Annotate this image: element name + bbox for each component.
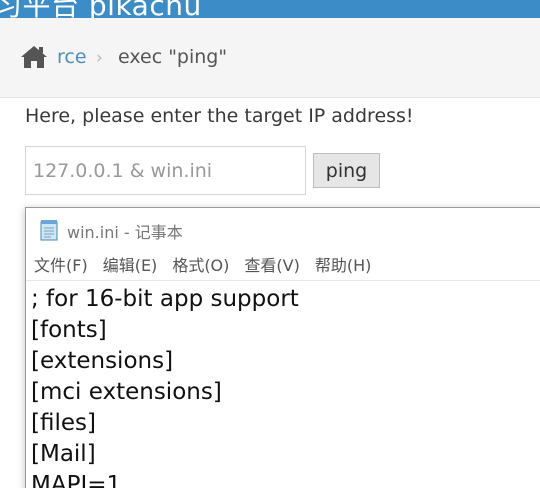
text-line: [Mail] bbox=[31, 441, 96, 467]
menu-help[interactable]: 帮助(H) bbox=[315, 251, 372, 280]
text-line: [mci extensions] bbox=[31, 379, 222, 405]
notepad-window: win.ini - 记事本 文件(F) 编辑(E) 格式(O) 查看(V) 帮助… bbox=[25, 207, 540, 488]
text-line: [fonts] bbox=[31, 317, 107, 343]
menu-view[interactable]: 查看(V) bbox=[244, 251, 299, 280]
text-line: ; for 16-bit app support bbox=[31, 286, 299, 312]
breadcrumb: rce › exec "ping" bbox=[0, 18, 540, 98]
home-icon[interactable] bbox=[20, 45, 48, 69]
breadcrumb-link-rce[interactable]: rce bbox=[57, 46, 87, 68]
menu-format[interactable]: 格式(O) bbox=[172, 251, 229, 280]
notepad-title: win.ini - 记事本 bbox=[67, 223, 183, 242]
menu-edit[interactable]: 编辑(E) bbox=[103, 251, 158, 280]
app-title: 习平台 pikachu bbox=[0, 0, 202, 18]
notepad-text-area[interactable]: ; for 16-bit app support [fonts] [extens… bbox=[31, 284, 540, 488]
breadcrumb-separator: › bbox=[96, 48, 103, 68]
breadcrumb-current: exec "ping" bbox=[118, 46, 228, 68]
text-line: [files] bbox=[31, 410, 96, 436]
text-line: [extensions] bbox=[31, 348, 174, 374]
notepad-icon bbox=[40, 220, 58, 241]
instruction-text: Here, please enter the target IP address… bbox=[25, 105, 414, 127]
target-ip-input[interactable] bbox=[25, 146, 306, 195]
ping-button[interactable]: ping bbox=[313, 153, 380, 188]
app-header: 习平台 pikachu bbox=[0, 0, 540, 18]
text-line: MAPI=1 bbox=[31, 472, 122, 488]
notepad-menubar: 文件(F) 编辑(E) 格式(O) 查看(V) 帮助(H) bbox=[26, 251, 540, 281]
notepad-titlebar[interactable]: win.ini - 记事本 bbox=[26, 208, 540, 251]
menu-file[interactable]: 文件(F) bbox=[34, 251, 88, 280]
